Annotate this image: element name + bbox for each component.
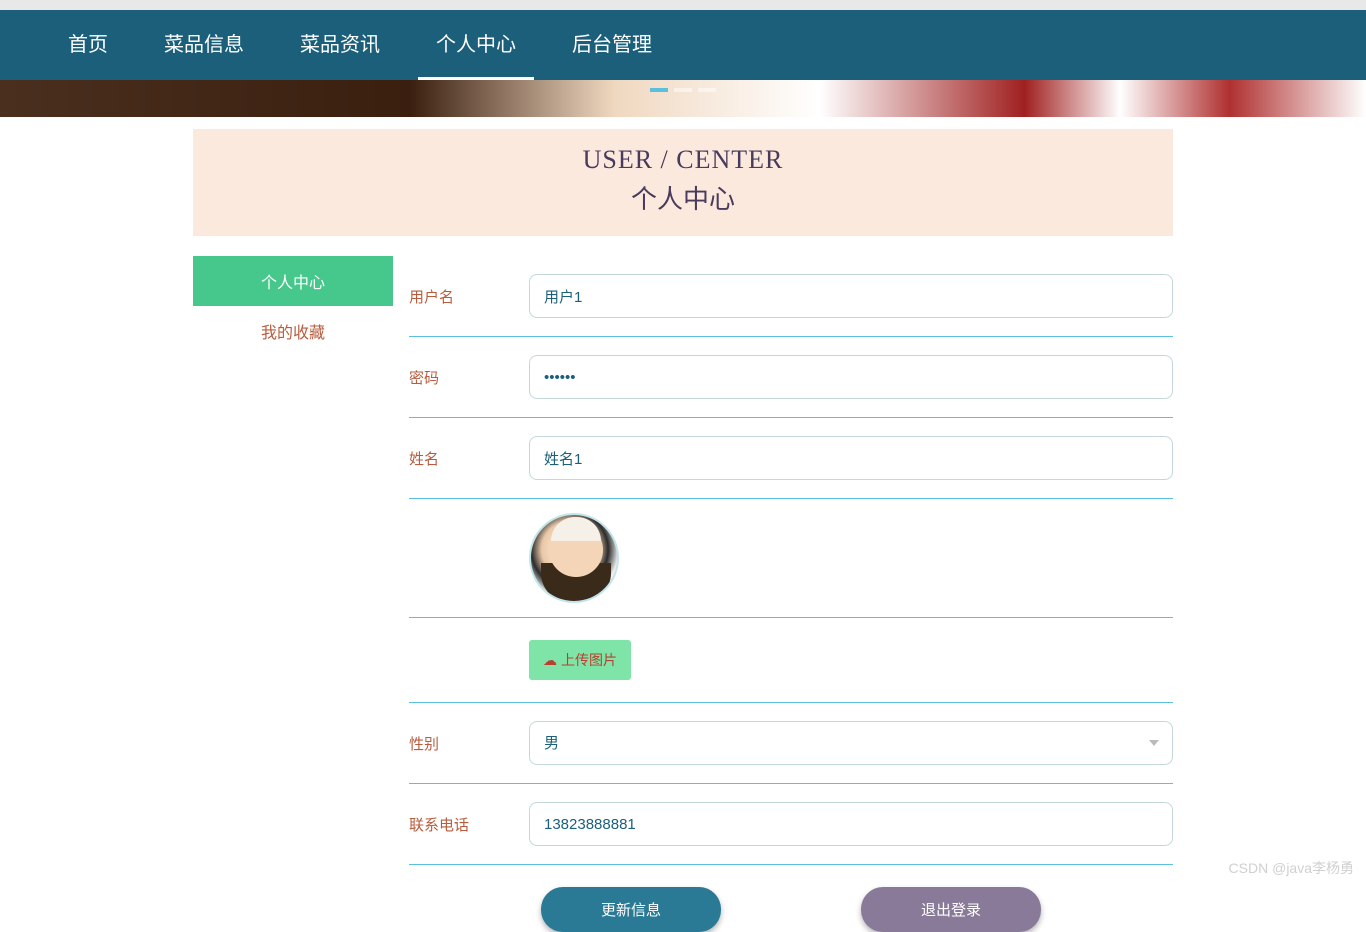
sidebar-item-favorites[interactable]: 我的收藏: [193, 306, 393, 356]
logout-button[interactable]: 退出登录: [861, 887, 1041, 932]
select-wrapper-gender: 男: [529, 721, 1173, 765]
main-container: USER / CENTER 个人中心 个人中心 我的收藏 用户名 密码 姓名: [193, 129, 1173, 932]
upload-button[interactable]: ☁ 上传图片: [529, 640, 631, 680]
label-name: 姓名: [409, 448, 529, 469]
header-title-en: USER / CENTER: [193, 145, 1173, 175]
header-title-cn: 个人中心: [193, 179, 1173, 216]
update-button[interactable]: 更新信息: [541, 887, 721, 932]
cloud-upload-icon: ☁: [543, 652, 557, 669]
content-area: 个人中心 我的收藏 用户名 密码 姓名: [193, 256, 1173, 932]
nav-home[interactable]: 首页: [40, 10, 136, 80]
label-password: 密码: [409, 367, 529, 388]
nav-dish-news[interactable]: 菜品资讯: [272, 10, 408, 80]
row-gender: 性别 男: [409, 703, 1173, 784]
label-username: 用户名: [409, 286, 529, 307]
carousel-dot-2[interactable]: [674, 88, 692, 92]
button-row: 更新信息 退出登录: [409, 865, 1173, 932]
input-username[interactable]: [529, 274, 1173, 318]
label-phone: 联系电话: [409, 814, 529, 835]
page-header: USER / CENTER 个人中心: [193, 129, 1173, 236]
row-password: 密码: [409, 337, 1173, 418]
row-phone: 联系电话: [409, 784, 1173, 865]
main-navbar: 首页 菜品信息 菜品资讯 个人中心 后台管理: [0, 10, 1366, 80]
sidebar: 个人中心 我的收藏: [193, 256, 393, 932]
input-name[interactable]: [529, 436, 1173, 480]
input-phone[interactable]: [529, 802, 1173, 846]
upload-button-label: 上传图片: [561, 650, 617, 670]
select-gender[interactable]: 男: [529, 721, 1173, 765]
watermark-text: CSDN @java李杨勇: [1229, 858, 1354, 878]
label-gender: 性别: [409, 733, 529, 754]
avatar-image[interactable]: [529, 513, 619, 603]
input-password[interactable]: [529, 355, 1173, 399]
row-name: 姓名: [409, 418, 1173, 499]
nav-dish-info[interactable]: 菜品信息: [136, 10, 272, 80]
nav-admin[interactable]: 后台管理: [544, 10, 680, 80]
row-username: 用户名: [409, 256, 1173, 337]
nav-user-center[interactable]: 个人中心: [408, 10, 544, 80]
form-area: 用户名 密码 姓名 ☁ 上传图片: [393, 256, 1173, 932]
row-upload: ☁ 上传图片: [409, 618, 1173, 703]
carousel-dot-1[interactable]: [650, 88, 668, 92]
sidebar-item-user-center[interactable]: 个人中心: [193, 256, 393, 306]
banner-image: [0, 80, 1366, 117]
carousel-dot-3[interactable]: [698, 88, 716, 92]
row-avatar: [409, 499, 1173, 618]
top-strip: [0, 0, 1366, 10]
carousel-indicators: [650, 88, 716, 92]
